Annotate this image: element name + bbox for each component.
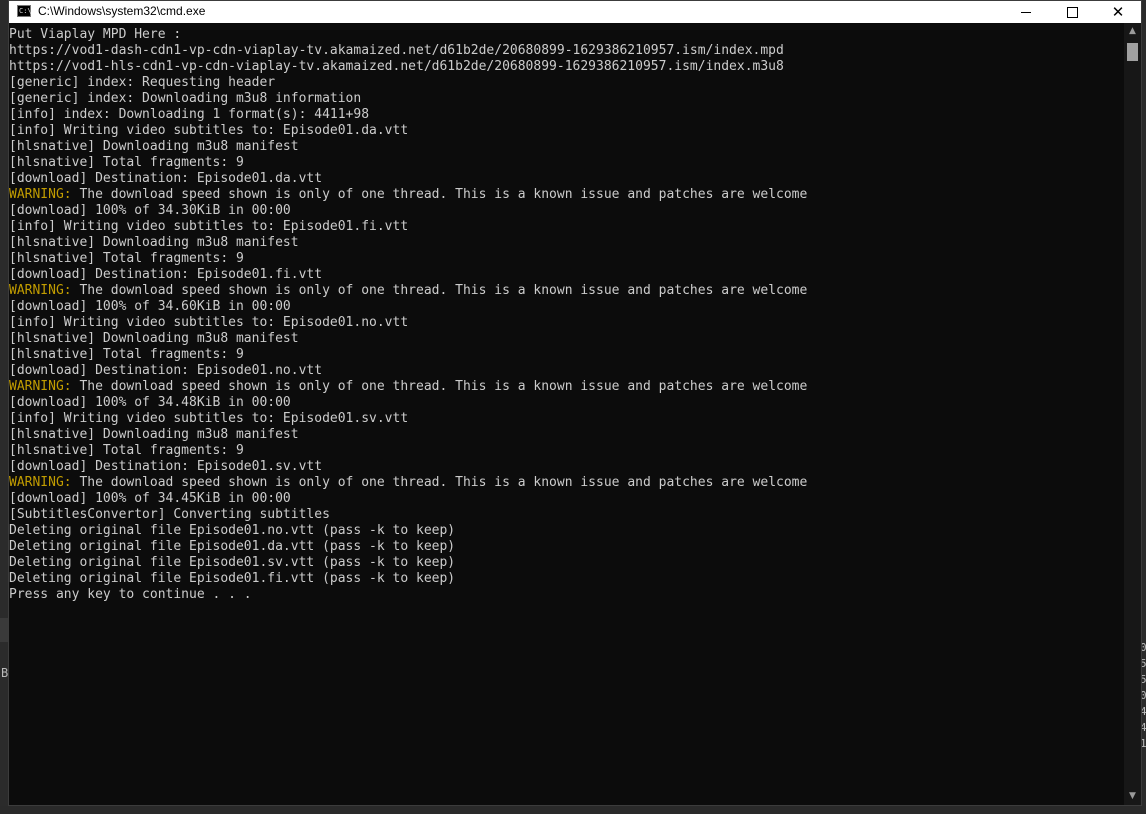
minimize-icon — [1021, 11, 1031, 13]
console-line-text: [hlsnative] Downloading m3u8 manifest — [9, 139, 299, 154]
console-line-text: [download] Destination: Episode01.no.vtt — [9, 363, 323, 378]
console-line: [download] Destination: Episode01.no.vtt — [9, 363, 1125, 379]
desktop-background-strip — [0, 618, 8, 642]
console-line-text: [info] Writing video subtitles to: Episo… — [9, 123, 409, 138]
console-line-text: [download] Destination: Episode01.fi.vtt — [9, 267, 323, 282]
console-line-text: Deleting original file Episode01.no.vtt … — [9, 523, 456, 538]
console-line: [download] Destination: Episode01.fi.vtt — [9, 267, 1125, 283]
console-line-text: [hlsnative] Downloading m3u8 manifest — [9, 427, 299, 442]
console-line: Deleting original file Episode01.fi.vtt … — [9, 571, 1125, 587]
console-line-text: The download speed shown is only of one … — [71, 475, 808, 490]
close-button[interactable]: ✕ — [1095, 1, 1141, 23]
console-line: Deleting original file Episode01.no.vtt … — [9, 523, 1125, 539]
console-line: [hlsnative] Total fragments: 9 — [9, 443, 1125, 459]
console-line: Deleting original file Episode01.da.vtt … — [9, 539, 1125, 555]
console-line: [hlsnative] Downloading m3u8 manifest — [9, 331, 1125, 347]
console-line: https://vod1-hls-cdn1-vp-cdn-viaplay-tv.… — [9, 59, 1125, 75]
console-line-text: Deleting original file Episode01.sv.vtt … — [9, 555, 456, 570]
cmd-icon[interactable]: C:\ — [17, 5, 32, 17]
console-line: WARNING: The download speed shown is onl… — [9, 379, 1125, 395]
console-line: [generic] index: Requesting header — [9, 75, 1125, 91]
console-line: [hlsnative] Downloading m3u8 manifest — [9, 427, 1125, 443]
warning-label: WARNING: — [9, 187, 72, 202]
warning-label: WARNING: — [9, 475, 72, 490]
console-line: [download] 100% of 34.30KiB in 00:00 — [9, 203, 1125, 219]
console-line-text: [hlsnative] Total fragments: 9 — [9, 155, 244, 170]
console-line-text: Deleting original file Episode01.fi.vtt … — [9, 571, 456, 586]
console-line-text: The download speed shown is only of one … — [71, 187, 808, 202]
console-line: [generic] index: Downloading m3u8 inform… — [9, 91, 1125, 107]
scroll-thumb[interactable] — [1127, 43, 1138, 61]
console-line: [hlsnative] Downloading m3u8 manifest — [9, 235, 1125, 251]
console-line-text: [generic] index: Requesting header — [9, 75, 276, 90]
vertical-scrollbar[interactable]: ▲ ▼ — [1124, 23, 1141, 805]
console-line: Press any key to continue . . . — [9, 587, 1125, 603]
window-title: C:\Windows\system32\cmd.exe — [38, 4, 206, 18]
console-line-text: [info] index: Downloading 1 format(s): 4… — [9, 107, 370, 122]
desktop-background-left — [0, 0, 8, 814]
maximize-icon — [1066, 6, 1078, 18]
console-line: [hlsnative] Total fragments: 9 — [9, 347, 1125, 363]
cmd-window[interactable]: C:\ C:\Windows\system32\cmd.exe ✕ Put Vi… — [8, 0, 1142, 806]
scroll-down-icon[interactable]: ▼ — [1124, 788, 1141, 805]
console-line-text: [info] Writing video subtitles to: Episo… — [9, 411, 409, 426]
console-output[interactable]: Put Viaplay MPD Here : https://vod1-dash-… — [9, 27, 1125, 803]
console-line: [info] Writing video subtitles to: Episo… — [9, 411, 1125, 427]
console-line: Deleting original file Episode01.sv.vtt … — [9, 555, 1125, 571]
console-line: [download] Destination: Episode01.sv.vtt — [9, 459, 1125, 475]
console-line-text: [info] Writing video subtitles to: Episo… — [9, 315, 409, 330]
console-line-text: [info] Writing video subtitles to: Episo… — [9, 219, 409, 234]
console-line: [SubtitlesConvertor] Converting subtitle… — [9, 507, 1125, 523]
console-line: [info] Writing video subtitles to: Episo… — [9, 123, 1125, 139]
console-line-text: [hlsnative] Downloading m3u8 manifest — [9, 235, 299, 250]
console-line-text: Press any key to continue . . . — [9, 587, 252, 602]
warning-label: WARNING: — [9, 283, 72, 298]
scroll-up-icon[interactable]: ▲ — [1124, 23, 1141, 40]
console-line: [hlsnative] Total fragments: 9 — [9, 155, 1125, 171]
console-line-text: [hlsnative] Total fragments: 9 — [9, 347, 244, 362]
console-line-text: https://vod1-hls-cdn1-vp-cdn-viaplay-tv.… — [9, 59, 784, 74]
console-line-text: [download] 100% of 34.30KiB in 00:00 — [9, 203, 291, 218]
console-line-text: The download speed shown is only of one … — [71, 283, 808, 298]
minimize-button[interactable] — [1003, 1, 1049, 23]
console-line-text: The download speed shown is only of one … — [71, 379, 808, 394]
console-line-text: [hlsnative] Total fragments: 9 — [9, 443, 244, 458]
console-line: [download] Destination: Episode01.da.vtt — [9, 171, 1125, 187]
console-line: [info] Writing video subtitles to: Episo… — [9, 219, 1125, 235]
console-line-text: [SubtitlesConvertor] Converting subtitle… — [9, 507, 330, 522]
console-line: [hlsnative] Total fragments: 9 — [9, 251, 1125, 267]
console-line: https://vod1-dash-cdn1-vp-cdn-viaplay-tv… — [9, 43, 1125, 59]
console-line-text: Put Viaplay MPD Here : — [9, 27, 182, 42]
console-line-text: [download] 100% of 34.48KiB in 00:00 — [9, 395, 291, 410]
console-line-text: [download] Destination: Episode01.sv.vtt — [9, 459, 323, 474]
console-line: Put Viaplay MPD Here : — [9, 27, 1125, 43]
console-line: WARNING: The download speed shown is onl… — [9, 187, 1125, 203]
console-line-text: [download] 100% of 34.60KiB in 00:00 — [9, 299, 291, 314]
console-line: WARNING: The download speed shown is onl… — [9, 475, 1125, 491]
console-line: WARNING: The download speed shown is onl… — [9, 283, 1125, 299]
console-line: [info] index: Downloading 1 format(s): 4… — [9, 107, 1125, 123]
console-line: [download] 100% of 34.45KiB in 00:00 — [9, 491, 1125, 507]
console-line: [info] Writing video subtitles to: Episo… — [9, 315, 1125, 331]
maximize-button[interactable] — [1049, 1, 1095, 23]
console-line: [download] 100% of 34.48KiB in 00:00 — [9, 395, 1125, 411]
title-bar[interactable]: C:\ C:\Windows\system32\cmd.exe ✕ — [9, 1, 1141, 23]
console-line: [download] 100% of 34.60KiB in 00:00 — [9, 299, 1125, 315]
console-line-text: [hlsnative] Total fragments: 9 — [9, 251, 244, 266]
console-line-text: https://vod1-dash-cdn1-vp-cdn-viaplay-tv… — [9, 43, 784, 58]
console-line-text: [hlsnative] Downloading m3u8 manifest — [9, 331, 299, 346]
console-line-text: [generic] index: Downloading m3u8 inform… — [9, 91, 362, 106]
console-line-text: [download] Destination: Episode01.da.vtt — [9, 171, 323, 186]
close-icon: ✕ — [1111, 2, 1125, 21]
console-line-text: Deleting original file Episode01.da.vtt … — [9, 539, 456, 554]
console-line-text: [download] 100% of 34.45KiB in 00:00 — [9, 491, 291, 506]
console-line: [hlsnative] Downloading m3u8 manifest — [9, 139, 1125, 155]
warning-label: WARNING: — [9, 379, 72, 394]
desktop-background-bottom — [0, 806, 1146, 814]
